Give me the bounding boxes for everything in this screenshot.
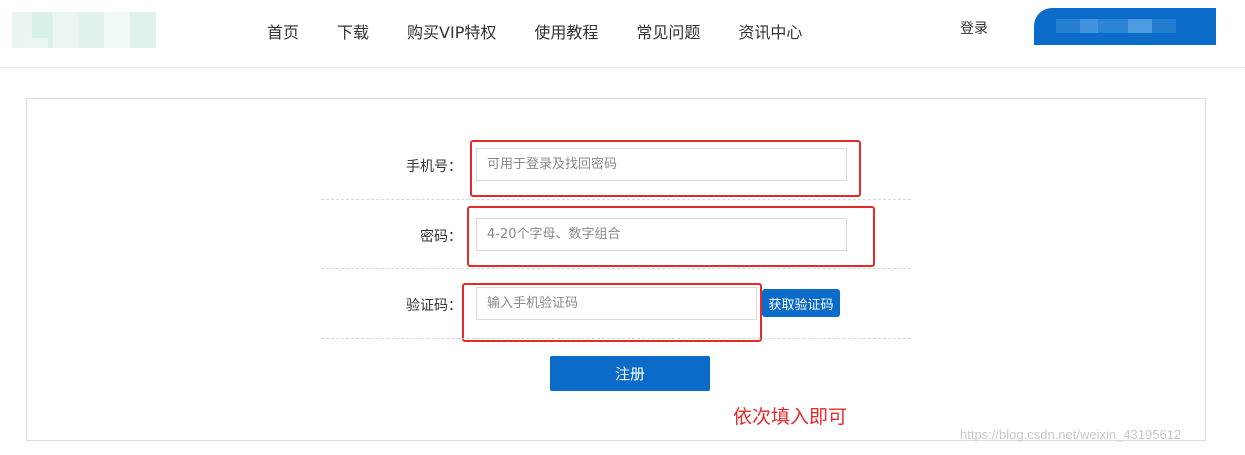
nav-item-faq[interactable]: 常见问题 — [636, 19, 700, 43]
phone-input[interactable] — [476, 148, 847, 181]
header-cta-button-blurred[interactable] — [1034, 8, 1216, 45]
annotation-note: 依次填入即可 — [733, 406, 848, 428]
login-link[interactable]: 登录 — [960, 18, 988, 38]
register-page: 首页 下载 购买VIP特权 使用教程 常见问题 资讯中心 登录 手机号： 密码：… — [0, 0, 1245, 455]
watermark-text: https://blog.csdn.net/weixin_43195612 — [960, 427, 1182, 442]
nav-item-buy-vip[interactable]: 购买VIP特权 — [407, 19, 496, 43]
get-code-button[interactable]: 获取验证码 — [762, 289, 840, 317]
site-logo-blurred[interactable] — [12, 12, 156, 48]
phone-label: 手机号： — [406, 159, 462, 175]
nav-item-tutorial[interactable]: 使用教程 — [534, 19, 598, 43]
code-input[interactable] — [476, 287, 757, 320]
nav-item-download[interactable]: 下载 — [337, 19, 369, 43]
nav-item-news[interactable]: 资讯中心 — [738, 19, 802, 43]
password-label: 密码： — [420, 229, 462, 245]
code-label: 验证码： — [406, 298, 462, 314]
site-header: 首页 下载 购买VIP特权 使用教程 常见问题 资讯中心 登录 — [0, 0, 1245, 68]
register-button[interactable]: 注册 — [550, 356, 710, 391]
password-input[interactable] — [476, 218, 847, 251]
row-divider — [321, 199, 911, 200]
row-divider — [321, 338, 911, 339]
row-divider — [321, 268, 911, 269]
nav-item-home[interactable]: 首页 — [267, 19, 299, 43]
main-nav: 首页 下载 购买VIP特权 使用教程 常见问题 资讯中心 — [248, 0, 821, 62]
